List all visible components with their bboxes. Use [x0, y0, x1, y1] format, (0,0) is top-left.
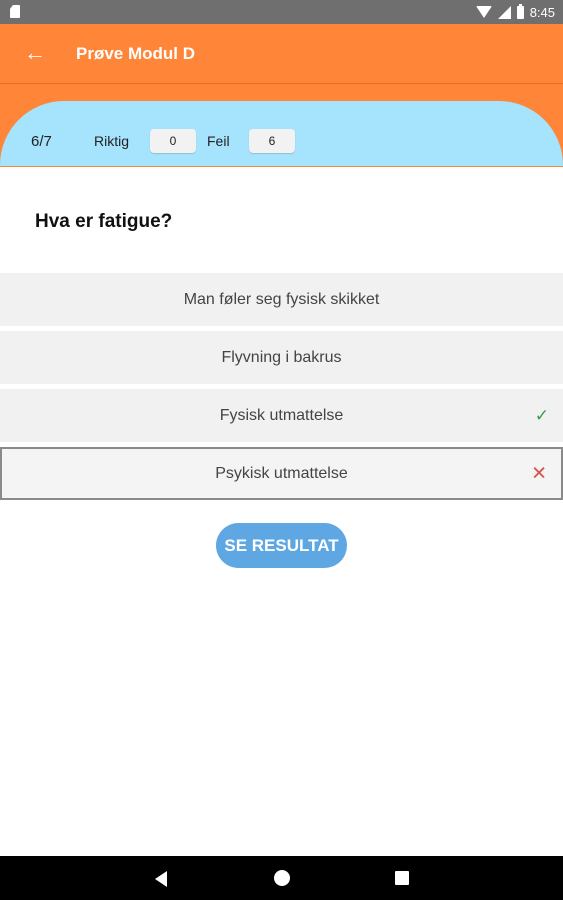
- arrow-left-icon[interactable]: ←: [20, 38, 50, 68]
- battery-icon: [516, 3, 524, 19]
- answer-label: Psykisk utmattelse: [215, 464, 348, 482]
- answer-label: Fysisk utmattelse: [219, 406, 344, 424]
- app-title: Prøve Modul D: [76, 44, 196, 63]
- back-triangle-icon[interactable]: [155, 871, 167, 887]
- answer-option-correct[interactable]: Fysisk utmattelse ✓: [0, 389, 563, 442]
- signal-icon: [497, 5, 511, 19]
- question-counter: 6/7: [31, 132, 52, 150]
- cross-icon: ✕: [531, 463, 547, 484]
- app-bar: ← Prøve Modul D: [0, 24, 563, 83]
- wrong-label: Feil: [207, 133, 230, 149]
- correct-label: Riktig: [94, 133, 130, 149]
- home-circle-icon[interactable]: [274, 870, 290, 886]
- answer-label: Flyvning i bakrus: [221, 348, 342, 366]
- status-right: 8:45: [475, 3, 555, 21]
- wrong-count: 6: [249, 129, 295, 153]
- answer-option[interactable]: Flyvning i bakrus: [0, 331, 563, 384]
- checkmark-icon: ✓: [534, 405, 549, 425]
- answer-option[interactable]: Man føler seg fysisk skikket: [0, 273, 563, 326]
- answer-option-wrong[interactable]: Psykisk utmattelse ✕: [0, 447, 563, 500]
- status-bar: 8:45: [0, 0, 563, 24]
- wifi-icon: [475, 6, 492, 18]
- answer-label: Man føler seg fysisk skikket: [183, 290, 380, 308]
- nav-bar: [0, 856, 563, 900]
- see-result-button[interactable]: SE RESULTAT: [216, 523, 347, 568]
- correct-count: 0: [150, 129, 196, 153]
- recents-square-icon[interactable]: [395, 871, 409, 885]
- status-time: 8:45: [529, 4, 555, 20]
- sd-card-icon: [10, 5, 20, 18]
- question-text: Hva er fatigue?: [35, 211, 173, 232]
